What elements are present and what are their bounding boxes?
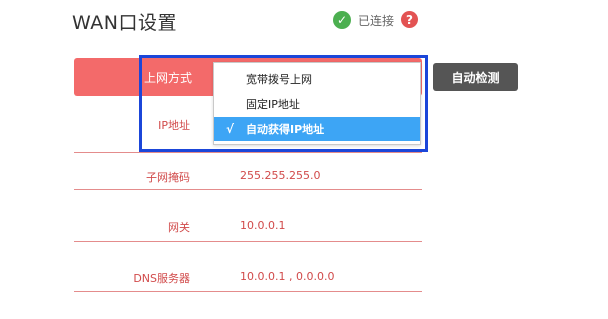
wan-settings-page: WAN口设置 ✓ 已连接 ? 上网方式 自动检测 IP地址 子网掩码 255.2… (0, 0, 608, 319)
option-static-ip[interactable]: 固定IP地址 (214, 92, 420, 116)
gateway-value[interactable]: 10.0.0.1 (240, 219, 285, 232)
gateway-label: 网关 (168, 221, 190, 234)
check-circle-icon: ✓ (333, 11, 351, 29)
dns-server-value[interactable]: 10.0.0.1 , 0.0.0.0 (240, 270, 334, 283)
subnet-mask-row: 子网掩码 255.255.255.0 (74, 152, 422, 190)
option-label: 自动获得IP地址 (246, 123, 325, 136)
subnet-mask-label: 子网掩码 (146, 171, 190, 184)
option-label: 宽带拨号上网 (246, 73, 312, 86)
subnet-mask-value[interactable]: 255.255.255.0 (240, 169, 320, 182)
option-pppoe[interactable]: 宽带拨号上网 (214, 67, 420, 91)
connection-status: ✓ 已连接 (333, 10, 394, 30)
auto-detect-button[interactable]: 自动检测 (433, 63, 518, 91)
dns-server-label: DNS服务器 (133, 272, 190, 285)
help-icon[interactable]: ? (401, 11, 418, 28)
gateway-row: 网关 10.0.0.1 (74, 189, 422, 242)
option-dhcp[interactable]: √ 自动获得IP地址 (214, 117, 420, 141)
connection-mode-dropdown[interactable]: 宽带拨号上网 固定IP地址 √ 自动获得IP地址 (213, 62, 421, 145)
status-text: 已连接 (358, 13, 395, 28)
dns-server-row: DNS服务器 10.0.0.1 , 0.0.0.0 (74, 241, 422, 292)
page-title: WAN口设置 (72, 12, 177, 34)
check-mark-icon: √ (225, 122, 234, 136)
option-label: 固定IP地址 (246, 98, 300, 111)
